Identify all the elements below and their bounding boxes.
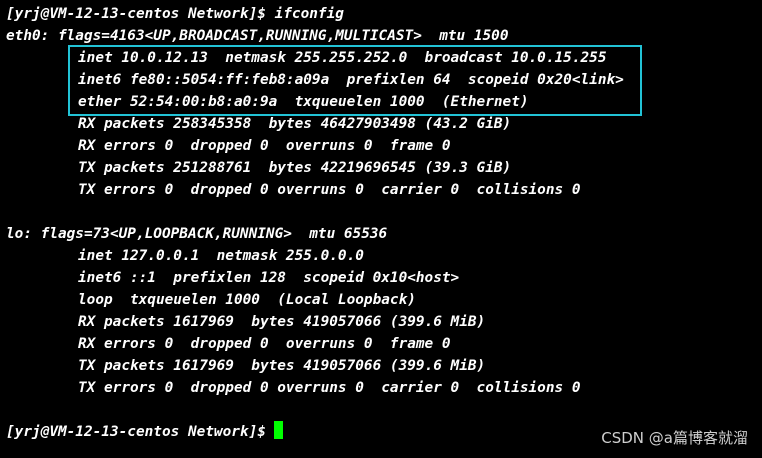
lo-inet-line: inet 127.0.0.1 netmask 255.0.0.0 xyxy=(78,248,364,264)
shell-prompt-text: [yrj@VM-12-13-centos Network]$ xyxy=(6,424,266,440)
lo-tx-errors-line: TX errors 0 dropped 0 overruns 0 carrier… xyxy=(78,380,581,396)
eth0-rx-errors-line: RX errors 0 dropped 0 overruns 0 frame 0 xyxy=(78,138,451,154)
lo-loop-line: loop txqueuelen 1000 (Local Loopback) xyxy=(78,292,416,308)
eth0-tx-packets-line: TX packets 251288761 bytes 42219696545 (… xyxy=(78,160,512,176)
text-cursor xyxy=(273,421,283,439)
eth0-tx-errors-line: TX errors 0 dropped 0 overruns 0 carrier… xyxy=(78,182,581,198)
lo-tx-packets-line: TX packets 1617969 bytes 419057066 (399.… xyxy=(78,358,486,374)
lo-header-line: lo: flags=73<UP,LOOPBACK,RUNNING> mtu 65… xyxy=(6,226,388,242)
terminal-window[interactable]: [yrj@VM-12-13-centos Network]$ ifconfig … xyxy=(0,0,762,458)
watermark: CSDN @a篇博客就溜 xyxy=(601,429,748,447)
lo-inet6-line: inet6 ::1 prefixlen 128 scopeid 0x10<hos… xyxy=(78,270,460,286)
lo-rx-packets-line: RX packets 1617969 bytes 419057066 (399.… xyxy=(78,314,486,330)
lo-rx-errors-line: RX errors 0 dropped 0 overruns 0 frame 0 xyxy=(78,336,451,352)
eth0-rx-packets-line: RX packets 258345358 bytes 46427903498 (… xyxy=(78,116,512,132)
eth0-header-line: eth0: flags=4163<UP,BROADCAST,RUNNING,MU… xyxy=(6,28,509,44)
shell-prompt-line[interactable]: [yrj@VM-12-13-centos Network]$ xyxy=(6,421,283,443)
highlight-box xyxy=(68,45,642,116)
command-prompt-line: [yrj@VM-12-13-centos Network]$ ifconfig xyxy=(6,6,344,22)
